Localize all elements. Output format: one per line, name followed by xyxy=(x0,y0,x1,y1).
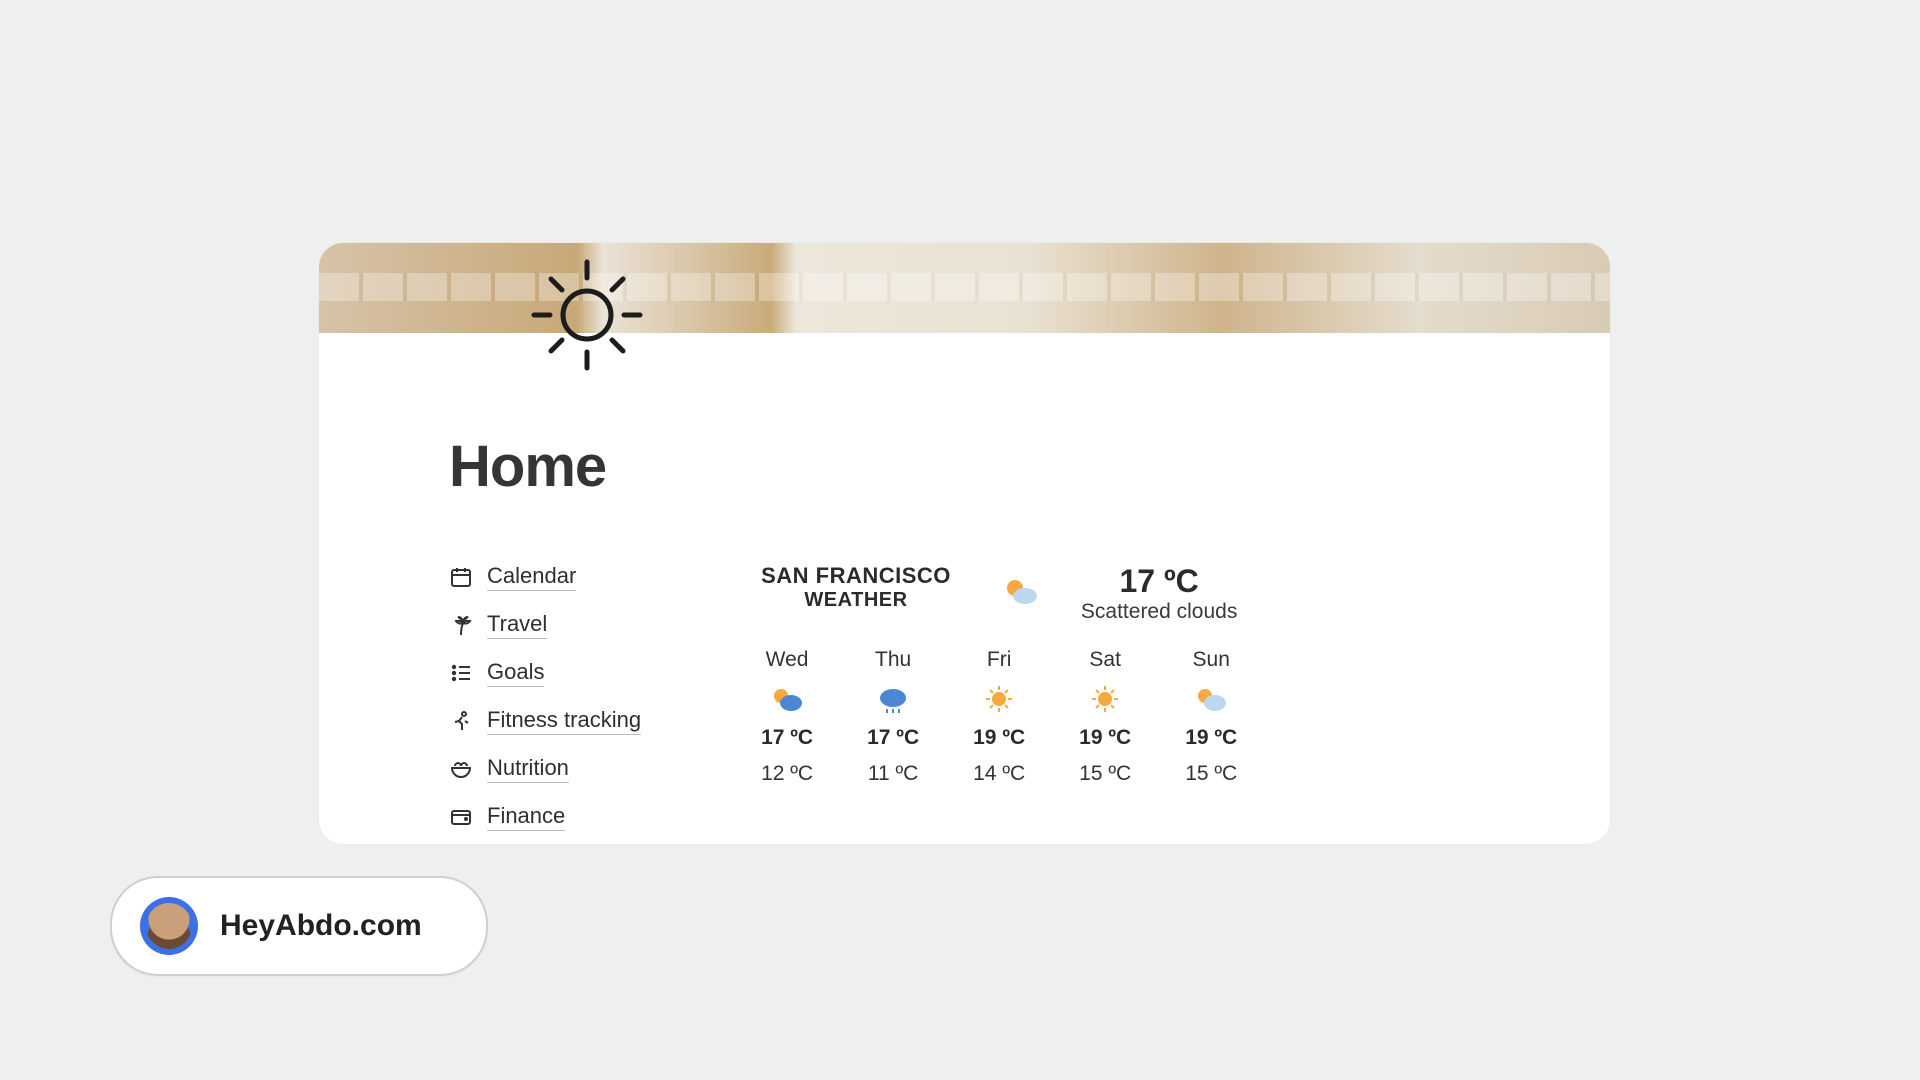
forecast-low: 15 ºC xyxy=(1079,762,1131,786)
nav-label: Travel xyxy=(487,611,547,639)
forecast-high: 19 ºC xyxy=(973,726,1025,750)
forecast-day-name: Sat xyxy=(1089,648,1121,672)
forecast-day-name: Wed xyxy=(766,648,809,672)
calendar-icon xyxy=(449,565,473,589)
forecast-low: 15 ºC xyxy=(1185,762,1237,786)
nav-item-finance[interactable]: Finance xyxy=(449,803,641,831)
partly-cloudy-icon xyxy=(769,684,805,714)
weather-widget: SAN FRANCISCO WEATHER 17 ºC Scattered cl… xyxy=(761,563,1237,831)
nav-item-fitness[interactable]: Fitness tracking xyxy=(449,707,641,735)
forecast-day-name: Thu xyxy=(875,648,911,672)
forecast-day: Wed 17 ºC 12 ºC xyxy=(761,648,813,786)
attribution-name: HeyAbdo.com xyxy=(220,909,422,943)
sunny-icon xyxy=(981,684,1017,714)
forecast-row: Wed 17 ºC 12 ºC Thu 17 ºC 11 ºC Fri 19 º… xyxy=(761,648,1237,786)
nav-item-calendar[interactable]: Calendar xyxy=(449,563,641,591)
forecast-low: 14 ºC xyxy=(973,762,1025,786)
nav-label: Finance xyxy=(487,803,565,831)
forecast-high: 17 ºC xyxy=(761,726,813,750)
rain-cloud-icon xyxy=(875,684,911,714)
partly-cloudy-icon xyxy=(1001,574,1041,614)
palm-icon xyxy=(449,613,473,637)
nav-item-travel[interactable]: Travel xyxy=(449,611,641,639)
sun-icon xyxy=(528,256,646,374)
nav-item-goals[interactable]: Goals xyxy=(449,659,641,687)
nav-label: Goals xyxy=(487,659,544,687)
list-icon xyxy=(449,661,473,685)
forecast-day-name: Fri xyxy=(987,648,1012,672)
weather-subtitle: WEATHER xyxy=(761,589,951,612)
dashboard-card: Home Calendar Travel Goals xyxy=(319,243,1610,844)
forecast-low: 11 ºC xyxy=(868,762,918,786)
weather-location: SAN FRANCISCO WEATHER xyxy=(761,563,951,612)
weather-now-desc: Scattered clouds xyxy=(1081,600,1237,624)
nav-label: Nutrition xyxy=(487,755,569,783)
forecast-high: 19 ºC xyxy=(1185,726,1237,750)
bowl-icon xyxy=(449,757,473,781)
forecast-high: 17 ºC xyxy=(867,726,919,750)
avatar xyxy=(140,897,198,955)
forecast-day: Thu 17 ºC 11 ºC xyxy=(867,648,919,786)
weather-now-temp: 17 ºC xyxy=(1081,563,1237,600)
wallet-icon xyxy=(449,805,473,829)
forecast-day: Sun 19 ºC 15 ºC xyxy=(1185,648,1237,786)
sunny-icon xyxy=(1087,684,1123,714)
nav-item-nutrition[interactable]: Nutrition xyxy=(449,755,641,783)
forecast-day: Sat 19 ºC 15 ºC xyxy=(1079,648,1131,786)
attribution-pill[interactable]: HeyAbdo.com xyxy=(110,876,488,976)
forecast-high: 19 ºC xyxy=(1079,726,1131,750)
nav-label: Fitness tracking xyxy=(487,707,641,735)
page-title: Home xyxy=(449,433,606,500)
fitness-icon xyxy=(449,709,473,733)
forecast-day: Fri 19 ºC 14 ºC xyxy=(973,648,1025,786)
nav-list: Calendar Travel Goals Fitness tracking xyxy=(449,563,641,831)
forecast-low: 12 ºC xyxy=(761,762,813,786)
weather-city: SAN FRANCISCO xyxy=(761,563,951,589)
nav-label: Calendar xyxy=(487,563,576,591)
forecast-day-name: Sun xyxy=(1193,648,1230,672)
partly-cloudy-icon xyxy=(1193,684,1229,714)
weather-now: 17 ºC Scattered clouds xyxy=(1001,563,1237,624)
cover-image xyxy=(319,243,1610,333)
